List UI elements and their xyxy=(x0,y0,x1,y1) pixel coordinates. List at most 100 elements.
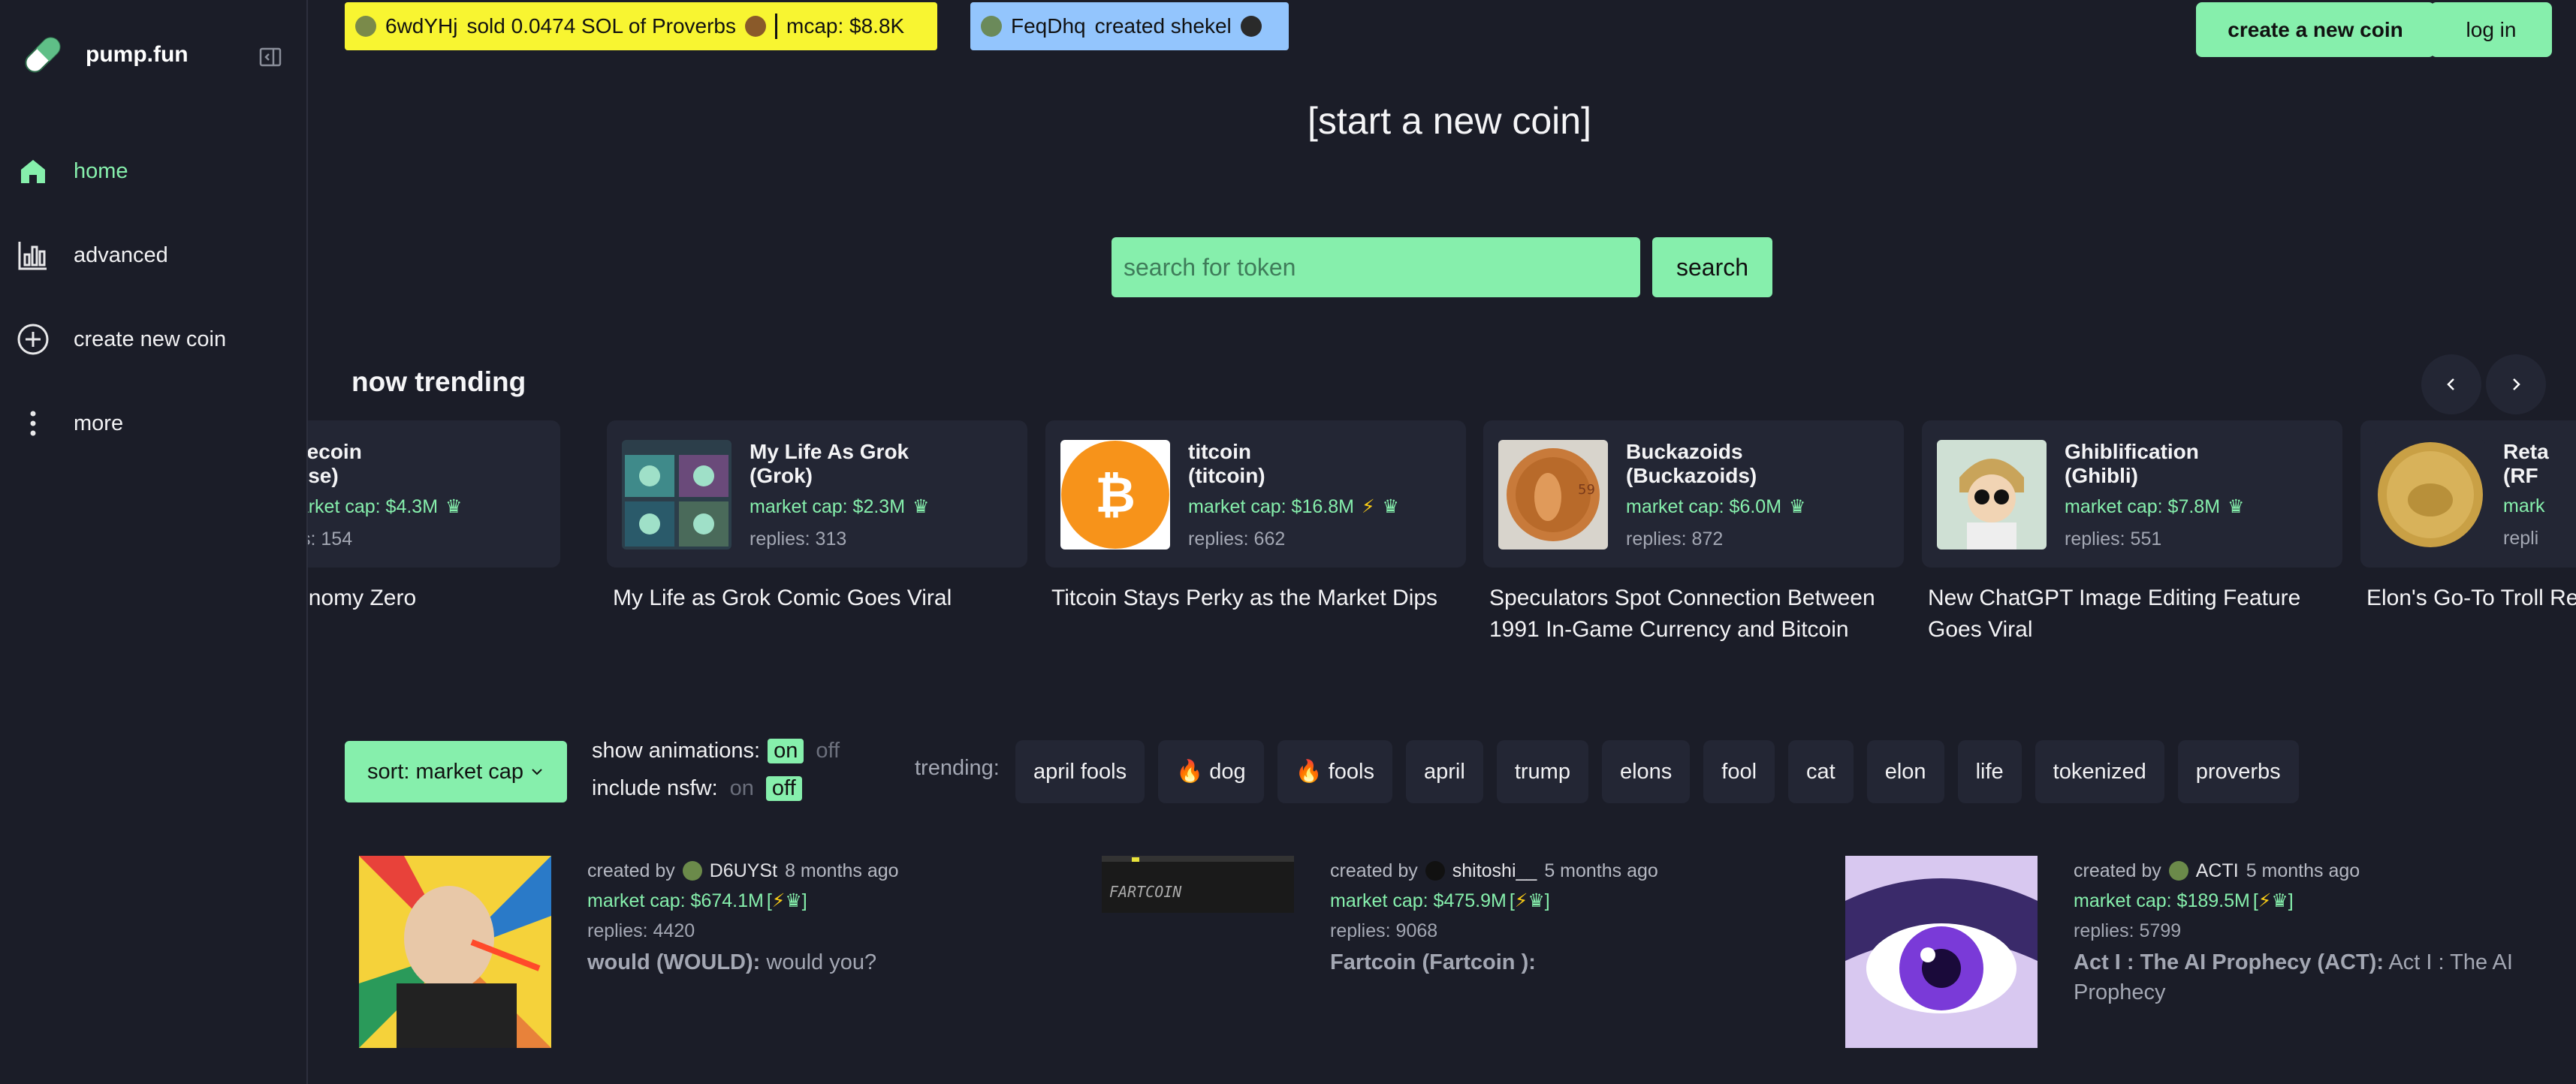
market-cap: market cap: $7.8M xyxy=(2065,495,2221,517)
trending-headline: cts Housing Economy Zero xyxy=(308,586,417,610)
create-ticker[interactable]: FeqDhq created shekel xyxy=(970,2,1289,50)
chevron-right-icon xyxy=(2513,378,2520,390)
ticker-user: 6wdYHj xyxy=(385,14,458,38)
fire-icon: 🔥 xyxy=(1176,760,1204,784)
tag-chip[interactable]: april xyxy=(1406,740,1483,803)
fire-icon: 🔥 xyxy=(1295,760,1323,784)
sidebar-item-home[interactable]: home xyxy=(17,129,294,213)
collapse-sidebar-icon[interactable] xyxy=(258,45,282,69)
sidebar-item-more[interactable]: more xyxy=(17,381,294,465)
sale-ticker[interactable]: 6wdYHj sold 0.0474 SOL of Proverbs mcap:… xyxy=(345,2,937,50)
ticker-text: sold 0.0474 SOL of Proverbs xyxy=(466,14,736,38)
creator-name[interactable]: ACTI xyxy=(2196,856,2239,886)
animations-off-option[interactable]: off xyxy=(811,739,844,763)
search-button[interactable]: search xyxy=(1652,237,1772,297)
created-by-label: created by xyxy=(587,860,675,881)
lightning-icon: ⚡ xyxy=(2258,890,2272,911)
trending-headline: Titcoin Stays Perky as the Market Dips xyxy=(1051,586,1438,610)
plus-circle-icon xyxy=(17,323,50,356)
sidebar-item-label: advanced xyxy=(74,242,168,267)
market-cap: market cap: $2.3M xyxy=(750,495,906,517)
coin-ticker: (Grok) xyxy=(750,464,813,487)
coin-ticker: (RF xyxy=(2503,464,2538,487)
animations-on-option[interactable]: on xyxy=(768,739,804,763)
replies-count: lies: 154 xyxy=(308,528,353,550)
lightning-icon: ⚡ xyxy=(771,890,786,911)
trending-headline: My Life as Grok Comic Goes Viral xyxy=(613,586,952,610)
nsfw-label: include nsfw: xyxy=(592,776,718,800)
crown-icon: ♛ xyxy=(2271,890,2288,911)
coin-name: usecoin xyxy=(308,440,362,463)
tag-label: fools xyxy=(1328,759,1374,784)
tag-chip[interactable]: trump xyxy=(1496,740,1588,803)
coin-ticker: (titcoin) xyxy=(1188,464,1265,487)
tag-label: trump xyxy=(1514,759,1570,784)
sidebar-item-create[interactable]: create new coin xyxy=(17,297,294,381)
sidebar-item-advanced[interactable]: advanced xyxy=(17,213,294,297)
coin-ticker: (Buckazoids) xyxy=(1626,464,1757,487)
market-cap: market cap: $6.0M xyxy=(1626,495,1782,517)
login-button[interactable]: log in xyxy=(2430,2,2552,57)
crown-icon: ♛ xyxy=(1528,890,1545,911)
tag-label: cat xyxy=(1806,759,1835,784)
coin-ticker: ouse) xyxy=(308,464,339,487)
coin-name: Reta xyxy=(2503,440,2549,463)
sort-dropdown[interactable]: sort: market cap xyxy=(345,741,567,802)
brand[interactable]: pump.fun xyxy=(20,32,189,78)
coin-thumbnail xyxy=(2375,440,2485,550)
trending-card[interactable]: My Life As Grok (Grok) market cap: $2.3M… xyxy=(607,420,1027,614)
tag-label: elons xyxy=(1619,759,1673,784)
coin-description: would you? xyxy=(766,950,877,974)
tag-chip[interactable]: fool xyxy=(1703,740,1775,803)
create-coin-button[interactable]: create a new coin xyxy=(2196,2,2435,57)
tag-chip[interactable]: cat xyxy=(1788,740,1854,803)
coin-thumbnail xyxy=(1845,856,2038,1048)
tag-chip[interactable]: tokenized xyxy=(2035,740,2164,803)
more-icon xyxy=(17,407,50,440)
creator-name[interactable]: shitoshi__ xyxy=(1452,856,1537,886)
animations-toggle: show animations: on off xyxy=(592,739,844,763)
tag-chip[interactable]: 🔥 fools xyxy=(1277,740,1392,803)
created-age: 8 months ago xyxy=(785,860,899,881)
replies-count: repli xyxy=(2503,528,2539,549)
coin-name: Buckazoids xyxy=(1626,440,1743,463)
trending-card[interactable]: ₿ titcoin (titcoin) market cap: $16.8M ⚡ ♛… xyxy=(1045,420,1466,614)
trending-card[interactable]: Ghiblification (Ghibli) market cap: $7.8… xyxy=(1922,420,2342,646)
coin-name: would (WOULD): xyxy=(587,950,761,974)
coin-card[interactable]: created by D6UYSt 8 months ago market cap:… xyxy=(359,856,899,1048)
badges: [⚡♛] xyxy=(1509,890,1550,911)
market-cap: market cap: $674.1M xyxy=(587,890,764,911)
carousel-prev-button[interactable] xyxy=(2421,354,2481,414)
market-cap: mark xyxy=(2503,495,2545,516)
sidebar-item-label: more xyxy=(74,411,124,435)
tag-chip[interactable]: life xyxy=(1957,740,2022,803)
coin-name: My Life As Grok xyxy=(750,440,909,463)
creator-name[interactable]: D6UYSt xyxy=(710,856,777,886)
divider xyxy=(775,14,777,39)
tag-chip[interactable]: 🔥 dog xyxy=(1158,740,1264,803)
search-input[interactable] xyxy=(1112,237,1640,297)
trending-card[interactable]: 59 Buckazoids (Buckazoids) market cap: $… xyxy=(1483,420,1904,646)
tag-chip[interactable]: elons xyxy=(1601,740,1691,803)
replies-count: replies: 9068 xyxy=(1330,920,1438,941)
carousel-next-button[interactable] xyxy=(2486,354,2546,414)
created-by-label: created by xyxy=(2074,860,2161,881)
sort-label: sort: market cap xyxy=(367,759,523,784)
ticker-mcap: mcap: $8.8K xyxy=(786,14,905,38)
coin-thumbnail: 59 xyxy=(1498,440,1608,550)
chart-icon xyxy=(17,239,50,272)
tag-chip[interactable]: proverbs xyxy=(2177,740,2299,803)
coin-card[interactable]: FARTCOIN created by shitoshi__ 5 months ag… xyxy=(1102,856,1658,977)
trending-card[interactable]: usecoin ouse) market cap: $4.3M ♛ lies: 1… xyxy=(308,420,560,614)
nsfw-on-option[interactable]: on xyxy=(725,776,759,801)
nsfw-off-option[interactable]: off xyxy=(765,776,802,801)
coin-card[interactable]: created by ACTI 5 months ago market cap: $… xyxy=(1845,856,2554,1048)
coin-avatar xyxy=(745,16,766,37)
tag-chip[interactable]: elon xyxy=(1866,740,1944,803)
created-age: 5 months ago xyxy=(2246,860,2360,881)
trending-card[interactable]: Reta (RF mark repli Elon's Go-To Troll R… xyxy=(2360,420,2576,614)
start-new-coin-link[interactable]: [start a new coin] xyxy=(1127,99,1772,143)
crown-icon: ♛ xyxy=(1789,496,1806,517)
tag-chip[interactable]: april fools xyxy=(1015,740,1145,803)
replies-count: replies: 551 xyxy=(2065,528,2162,550)
